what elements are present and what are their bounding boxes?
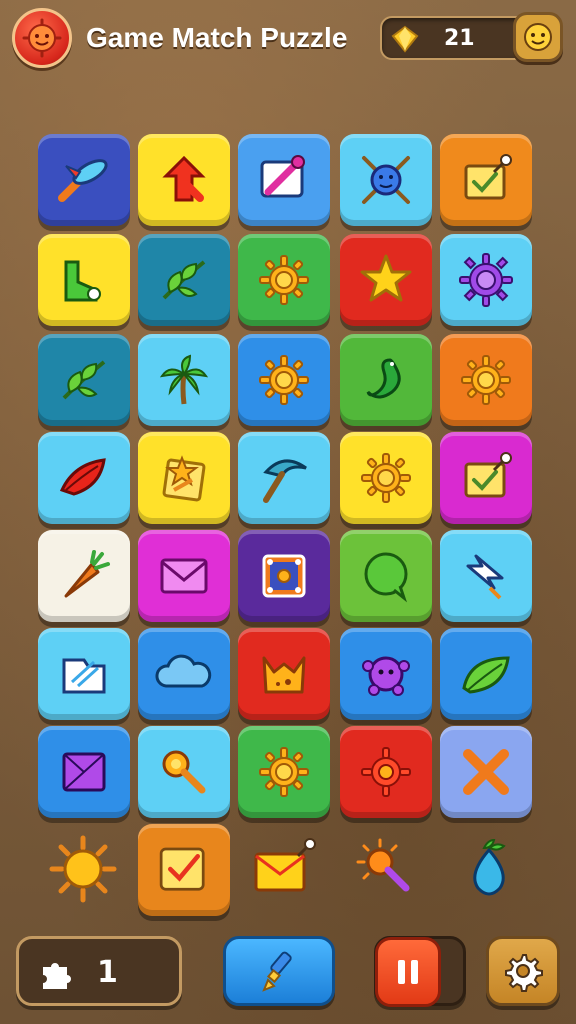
cross-x-icon [463,749,509,795]
envelope-pin-icon [254,838,316,892]
tile-r1-c1[interactable] [38,134,130,226]
cloud-icon [155,654,212,688]
tile-r4-c5[interactable] [440,432,532,524]
tile-r7-c1[interactable] [38,726,130,818]
checkbox-pin-icon [464,154,512,200]
tile-r2-c4[interactable] [340,234,432,326]
puzzle-board [0,0,576,1024]
target-frame-icon [262,554,306,598]
sun-gear-icon [259,747,309,797]
star-icon [360,254,412,302]
tile-r1-c3[interactable] [238,134,330,226]
arrow-cursor-icon [466,554,504,600]
tile-r1-c5[interactable] [440,134,532,226]
envelope-icon [160,558,208,594]
palm-leaf-icon [162,260,206,300]
checkbox-icon [159,847,205,891]
tile-r3-c5[interactable] [440,334,532,426]
tile-r3-c3[interactable] [238,334,330,426]
tile-r5-c2[interactable] [138,530,230,622]
tile-r4-c1[interactable] [38,432,130,524]
brush-icon [262,951,292,992]
snake-icon [366,358,401,399]
tile-r6-c4[interactable] [340,628,432,720]
tile-r3-c4[interactable] [340,334,432,426]
sun-gear-icon [259,355,309,405]
tile-r6-c5[interactable] [440,628,532,720]
tile-r6-c2[interactable] [138,628,230,720]
crossed-swords-face-icon [362,156,410,204]
sun-wand-icon [356,838,410,892]
tile-r6-c1[interactable] [38,628,130,720]
loose-piece-1[interactable] [46,832,120,906]
lives-count: 1 [97,955,118,990]
tile-r5-c5[interactable] [440,530,532,622]
tile-r4-c2[interactable] [138,432,230,524]
pause-button[interactable] [375,937,441,1007]
settings-button[interactable] [486,936,560,1006]
pause-container [374,936,466,1007]
brush-tool-button[interactable] [223,936,335,1006]
arrow-signpost-icon [162,155,206,202]
pickaxe-icon [263,459,307,503]
tile-r2-c2[interactable] [138,234,230,326]
tile-r2-c3[interactable] [238,234,330,326]
boot-icon [64,260,101,302]
paint-pen-icon [260,155,305,198]
loose-piece-2[interactable] [138,824,230,916]
tile-r6-c3[interactable] [238,628,330,720]
speech-bubble-icon [364,552,408,603]
blue-drop-icon [473,838,506,896]
carrot-icon [64,550,110,598]
tile-r3-c1[interactable] [38,334,130,426]
tile-r7-c5[interactable] [440,726,532,818]
loose-piece-5[interactable] [452,832,526,906]
tile-r2-c5[interactable] [440,234,532,326]
checkbox-pin-icon [464,452,512,498]
sun-icon [49,835,117,903]
green-leaf-icon [462,656,510,694]
tile-r7-c3[interactable] [238,726,330,818]
tile-r7-c2[interactable] [138,726,230,818]
tile-r4-c4[interactable] [340,432,432,524]
tile-r4-c3[interactable] [238,432,330,524]
loose-piece-3[interactable] [246,832,320,906]
magnifier-key-icon [162,750,206,794]
tile-r2-c1[interactable] [38,234,130,326]
tile-r3-c2[interactable] [138,334,230,426]
purple-monster-icon [362,656,410,696]
rocket-plane-icon [58,159,108,202]
gear-icon [505,954,543,992]
fox-face-icon [262,656,306,694]
folder-doc-icon [62,658,106,694]
puzzle-piece-icon [43,963,71,989]
tile-r5-c3[interactable] [238,530,330,622]
sun-gear-icon [361,453,411,503]
palm-tree-icon [159,354,209,405]
loose-piece-4[interactable] [350,832,424,906]
purple-envelope-icon [62,752,106,792]
sun-gear-icon [259,255,309,305]
tile-r1-c4[interactable] [340,134,432,226]
star-note-icon [162,455,206,502]
red-leaf-icon [59,458,106,496]
lives-counter: 1 [16,936,182,1006]
tile-r1-c2[interactable] [138,134,230,226]
tile-r5-c1[interactable] [38,530,130,622]
purple-gear-icon [459,253,513,307]
palm-leaf-icon [62,360,106,400]
pause-icon [398,960,418,984]
tile-r5-c4[interactable] [340,530,432,622]
tile-r7-c4[interactable] [340,726,432,818]
red-gear-icon [361,747,411,797]
sun-gear-icon [461,355,511,405]
